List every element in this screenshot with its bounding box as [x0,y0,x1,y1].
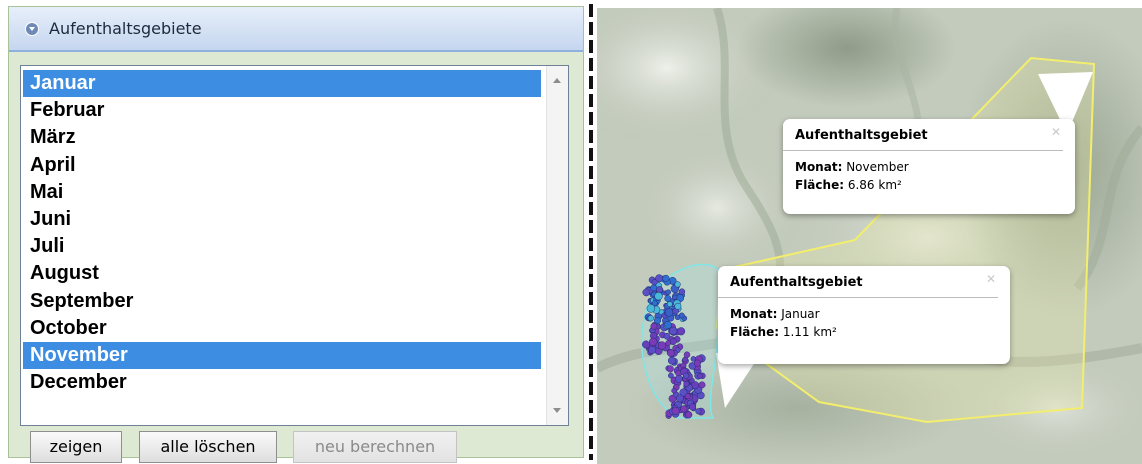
gps-point [671,387,677,394]
gps-point [650,284,658,292]
close-icon[interactable]: ✕ [986,272,996,286]
panel-header[interactable]: Aufenthaltsgebiete [9,7,583,52]
gps-point [642,340,650,349]
month-items: Januar Februar März April Mai Juni Juli August S… [23,70,541,396]
gps-point [677,327,686,336]
popup-januar: Aufenthaltsgebiet ✕ Monat: Januar Fläche… [718,266,1010,364]
gps-point [650,322,658,330]
month-option[interactable]: September [23,288,541,315]
gps-point [666,301,673,307]
aufenthaltsgebiete-panel: Aufenthaltsgebiete Januar Februar März Apri… [8,6,584,463]
month-value: Januar [781,307,820,321]
month-option[interactable]: April [23,152,541,179]
clear-all-button[interactable]: alle löschen [139,431,277,463]
gps-point [647,315,654,322]
gps-point [697,373,703,379]
scroll-down-icon[interactable] [553,408,561,413]
gps-point [683,372,690,379]
gps-point [675,374,683,383]
month-option[interactable]: November [23,341,541,370]
gps-point [683,380,690,387]
month-value: November [846,160,909,174]
show-button[interactable]: zeigen [30,431,122,463]
gps-point [688,403,697,411]
area-value: 1.11 km² [782,325,837,339]
month-option[interactable]: Januar [23,70,541,98]
month-option[interactable]: December [23,369,541,396]
scrollbar[interactable] [546,66,568,425]
gps-point [671,406,680,415]
month-label: Monat: [795,160,843,174]
gps-point [680,405,688,413]
gps-point [648,345,657,355]
gps-point [678,312,685,319]
month-label: Monat: [730,307,778,321]
gps-point [664,295,672,302]
gps-point [656,286,664,294]
gps-point [666,349,675,357]
gps-point [646,304,656,313]
map-canvas [597,8,1142,464]
gps-point [668,372,674,379]
gps-point [654,292,663,301]
month-option[interactable]: Mai [23,179,541,206]
scroll-up-icon[interactable] [553,78,561,83]
area-label: Fläche: [730,325,780,339]
gps-point [649,337,658,346]
gps-point [684,393,691,400]
panel-title: Aufenthaltsgebiete [49,19,202,38]
month-option[interactable]: Juli [23,233,541,260]
popup-title: Aufenthaltsgebiet [718,266,998,298]
gps-point [695,408,702,415]
month-option[interactable]: März [23,124,541,151]
gps-point [698,381,706,389]
gps-point [667,356,676,365]
gps-point [662,274,670,282]
month-option[interactable]: Juni [23,206,541,233]
area-value: 6.86 km² [847,178,902,192]
month-option[interactable]: Februar [23,97,541,124]
popup-november: Aufenthaltsgebiet ✕ Monat: November Fläc… [783,119,1075,214]
area-label: Fläche: [795,178,845,192]
gps-point [664,308,674,317]
gps-point [674,281,681,288]
terrain-map[interactable]: Aufenthaltsgebiet ✕ Monat: November Fläc… [597,8,1142,464]
gps-point [665,289,671,295]
gps-point [642,288,651,297]
gps-point [674,302,682,310]
gps-point [663,332,671,340]
gps-point [663,320,672,330]
month-option[interactable]: October [23,315,541,342]
gps-point [666,365,674,373]
gps-point [657,341,667,350]
popup-title: Aufenthaltsgebiet [783,119,1063,151]
gps-point [665,340,671,346]
gps-point [675,394,684,403]
close-icon[interactable]: ✕ [1051,125,1061,139]
gps-point [669,326,678,336]
month-listbox[interactable]: Januar Februar März April Mai Juni Juli August S… [20,65,569,426]
dashed-divider [589,4,593,460]
gps-point [672,294,678,300]
gps-point [651,279,658,286]
month-option[interactable]: August [23,260,541,287]
gps-point [693,359,701,367]
gps-point [682,356,688,363]
recalculate-button: neu berechnen [293,431,457,463]
gps-point [678,288,686,295]
chevron-circle-icon[interactable] [25,22,39,36]
gps-point [685,411,693,419]
gps-point [669,338,677,345]
